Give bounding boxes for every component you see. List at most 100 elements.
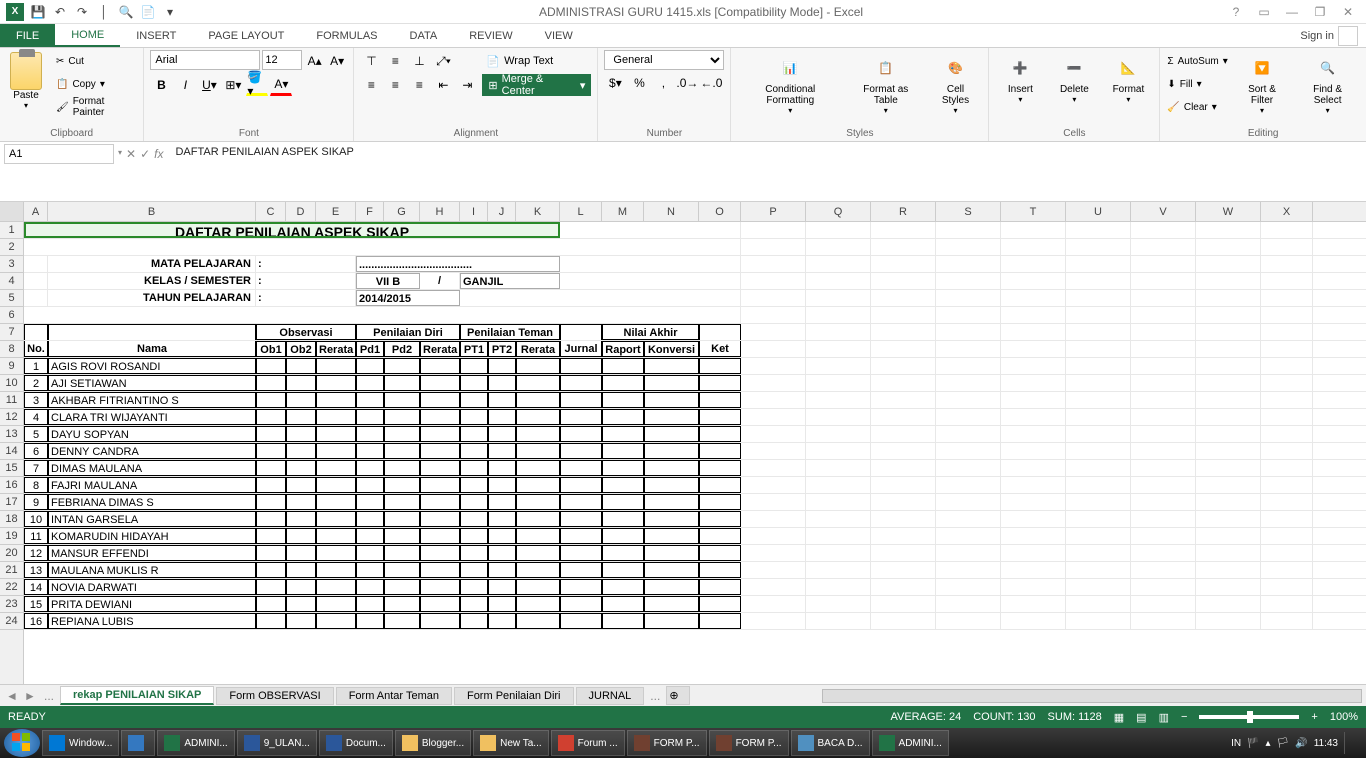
taskbar-item-7[interactable]: Forum ... <box>551 730 625 756</box>
clear-button[interactable]: 🧹 Clear ▾ <box>1166 96 1228 118</box>
column-header-U[interactable]: U <box>1066 202 1131 221</box>
zoom-level[interactable]: 100% <box>1330 711 1358 723</box>
save-icon[interactable]: 💾 <box>30 4 46 20</box>
select-all-button[interactable] <box>0 202 24 221</box>
sheet-tab-observasi[interactable]: Form OBSERVASI <box>216 687 333 705</box>
border-button[interactable]: ⊞▾ <box>222 74 244 96</box>
column-header-L[interactable]: L <box>560 202 602 221</box>
redo-icon[interactable]: ↷ <box>74 4 90 20</box>
cancel-formula-icon[interactable]: ✕ <box>126 147 136 161</box>
tab-nav-first-icon[interactable]: ◄ <box>4 689 20 703</box>
tab-home[interactable]: HOME <box>55 24 120 47</box>
worksheet-grid[interactable]: 123456789101112131415161718192021222324 … <box>0 222 1366 684</box>
align-left-icon[interactable]: ≡ <box>360 74 382 96</box>
row-header-18[interactable]: 18 <box>0 511 23 528</box>
column-header-R[interactable]: R <box>871 202 936 221</box>
column-header-F[interactable]: F <box>356 202 384 221</box>
sign-in[interactable]: Sign in <box>1292 24 1366 47</box>
taskbar-item-11[interactable]: ADMINI... <box>872 730 949 756</box>
row-header-12[interactable]: 12 <box>0 409 23 426</box>
tab-view[interactable]: VIEW <box>529 24 589 47</box>
tab-page-layout[interactable]: PAGE LAYOUT <box>192 24 300 47</box>
column-header-E[interactable]: E <box>316 202 356 221</box>
taskbar-item-5[interactable]: Blogger... <box>395 730 471 756</box>
tray-flag-icon[interactable]: 🏴 <box>1247 738 1259 749</box>
insert-cells-button[interactable]: ➕Insert▾ <box>995 50 1045 126</box>
font-size-input[interactable] <box>262 50 302 70</box>
new-sheet-button[interactable]: ⊕ <box>666 686 690 705</box>
comma-format-icon[interactable]: , <box>652 72 674 94</box>
conditional-formatting-button[interactable]: 📊Conditional Formatting▾ <box>737 50 843 126</box>
close-button[interactable]: ✕ <box>1338 4 1358 20</box>
row-header-15[interactable]: 15 <box>0 460 23 477</box>
fx-icon[interactable]: fx <box>154 147 163 161</box>
help-icon[interactable]: ? <box>1226 4 1246 20</box>
show-desktop-button[interactable] <box>1344 732 1354 754</box>
row-header-6[interactable]: 6 <box>0 307 23 324</box>
tab-file[interactable]: FILE <box>0 24 55 47</box>
column-header-K[interactable]: K <box>516 202 560 221</box>
column-header-M[interactable]: M <box>602 202 644 221</box>
new-icon[interactable]: 📄 <box>140 4 156 20</box>
orientation-icon[interactable]: ⤢▾ <box>432 50 454 72</box>
tab-insert[interactable]: INSERT <box>120 24 192 47</box>
undo-icon[interactable]: ↶ <box>52 4 68 20</box>
sheet-tab-penilaian-diri[interactable]: Form Penilaian Diri <box>454 687 574 705</box>
row-header-1[interactable]: 1 <box>0 222 23 239</box>
horizontal-scrollbar[interactable] <box>822 689 1362 703</box>
decrease-font-icon[interactable]: A▾ <box>327 50 348 72</box>
row-header-24[interactable]: 24 <box>0 613 23 630</box>
decrease-decimal-icon[interactable]: ←.0 <box>700 72 722 94</box>
column-header-O[interactable]: O <box>699 202 741 221</box>
restore-button[interactable]: ❐ <box>1310 4 1330 20</box>
taskbar-item-1[interactable] <box>121 730 155 756</box>
row-header-13[interactable]: 13 <box>0 426 23 443</box>
row-header-8[interactable]: 8 <box>0 341 23 358</box>
formula-input[interactable]: DAFTAR PENILAIAN ASPEK SIKAP <box>167 142 1366 162</box>
taskbar-item-8[interactable]: FORM P... <box>627 730 707 756</box>
format-painter-button[interactable]: 🖌 Format Painter <box>54 96 137 118</box>
column-header-T[interactable]: T <box>1001 202 1066 221</box>
copy-button[interactable]: 📋 Copy ▾ <box>54 73 137 95</box>
row-header-23[interactable]: 23 <box>0 596 23 613</box>
increase-decimal-icon[interactable]: .0→ <box>676 72 698 94</box>
align-middle-icon[interactable]: ≡ <box>384 50 406 72</box>
view-normal-icon[interactable]: ▦ <box>1114 711 1124 724</box>
taskbar-item-10[interactable]: BACA D... <box>791 730 870 756</box>
font-name-input[interactable] <box>150 50 260 70</box>
sheet-tab-rekap[interactable]: rekap PENILAIAN SIKAP <box>60 686 214 705</box>
taskbar-item-2[interactable]: ADMINI... <box>157 730 234 756</box>
underline-button[interactable]: U▾ <box>198 74 220 96</box>
format-cells-button[interactable]: 📐Format▾ <box>1103 50 1153 126</box>
ribbon-display-icon[interactable]: ▭ <box>1254 4 1274 20</box>
column-header-J[interactable]: J <box>488 202 516 221</box>
align-bottom-icon[interactable]: ⊥ <box>408 50 430 72</box>
tray-action-center-icon[interactable]: 🏳 <box>1277 738 1290 749</box>
tab-nav-prev-icon[interactable]: ► <box>22 689 38 703</box>
row-header-7[interactable]: 7 <box>0 324 23 341</box>
taskbar-item-4[interactable]: Docum... <box>319 730 393 756</box>
italic-button[interactable]: I <box>174 74 196 96</box>
increase-font-icon[interactable]: A▴ <box>304 50 325 72</box>
accounting-format-icon[interactable]: $▾ <box>604 72 626 94</box>
fill-color-button[interactable]: 🪣▾ <box>246 74 268 96</box>
column-header-A[interactable]: A <box>24 202 48 221</box>
tray-lang[interactable]: IN <box>1231 738 1241 749</box>
row-header-11[interactable]: 11 <box>0 392 23 409</box>
column-header-H[interactable]: H <box>420 202 460 221</box>
column-header-Q[interactable]: Q <box>806 202 871 221</box>
zoom-out-button[interactable]: − <box>1181 711 1187 723</box>
align-right-icon[interactable]: ≡ <box>408 74 430 96</box>
row-header-19[interactable]: 19 <box>0 528 23 545</box>
align-center-icon[interactable]: ≡ <box>384 74 406 96</box>
column-header-N[interactable]: N <box>644 202 699 221</box>
merge-center-button[interactable]: ⊞ Merge & Center ▾ <box>482 74 591 96</box>
row-header-22[interactable]: 22 <box>0 579 23 596</box>
autosum-button[interactable]: Σ AutoSum ▾ <box>1166 50 1228 72</box>
name-box[interactable]: A1 <box>4 144 114 164</box>
cut-button[interactable]: ✂ Cut <box>54 50 137 72</box>
column-header-B[interactable]: B <box>48 202 256 221</box>
taskbar-item-0[interactable]: Window... <box>42 730 119 756</box>
column-header-D[interactable]: D <box>286 202 316 221</box>
row-header-14[interactable]: 14 <box>0 443 23 460</box>
